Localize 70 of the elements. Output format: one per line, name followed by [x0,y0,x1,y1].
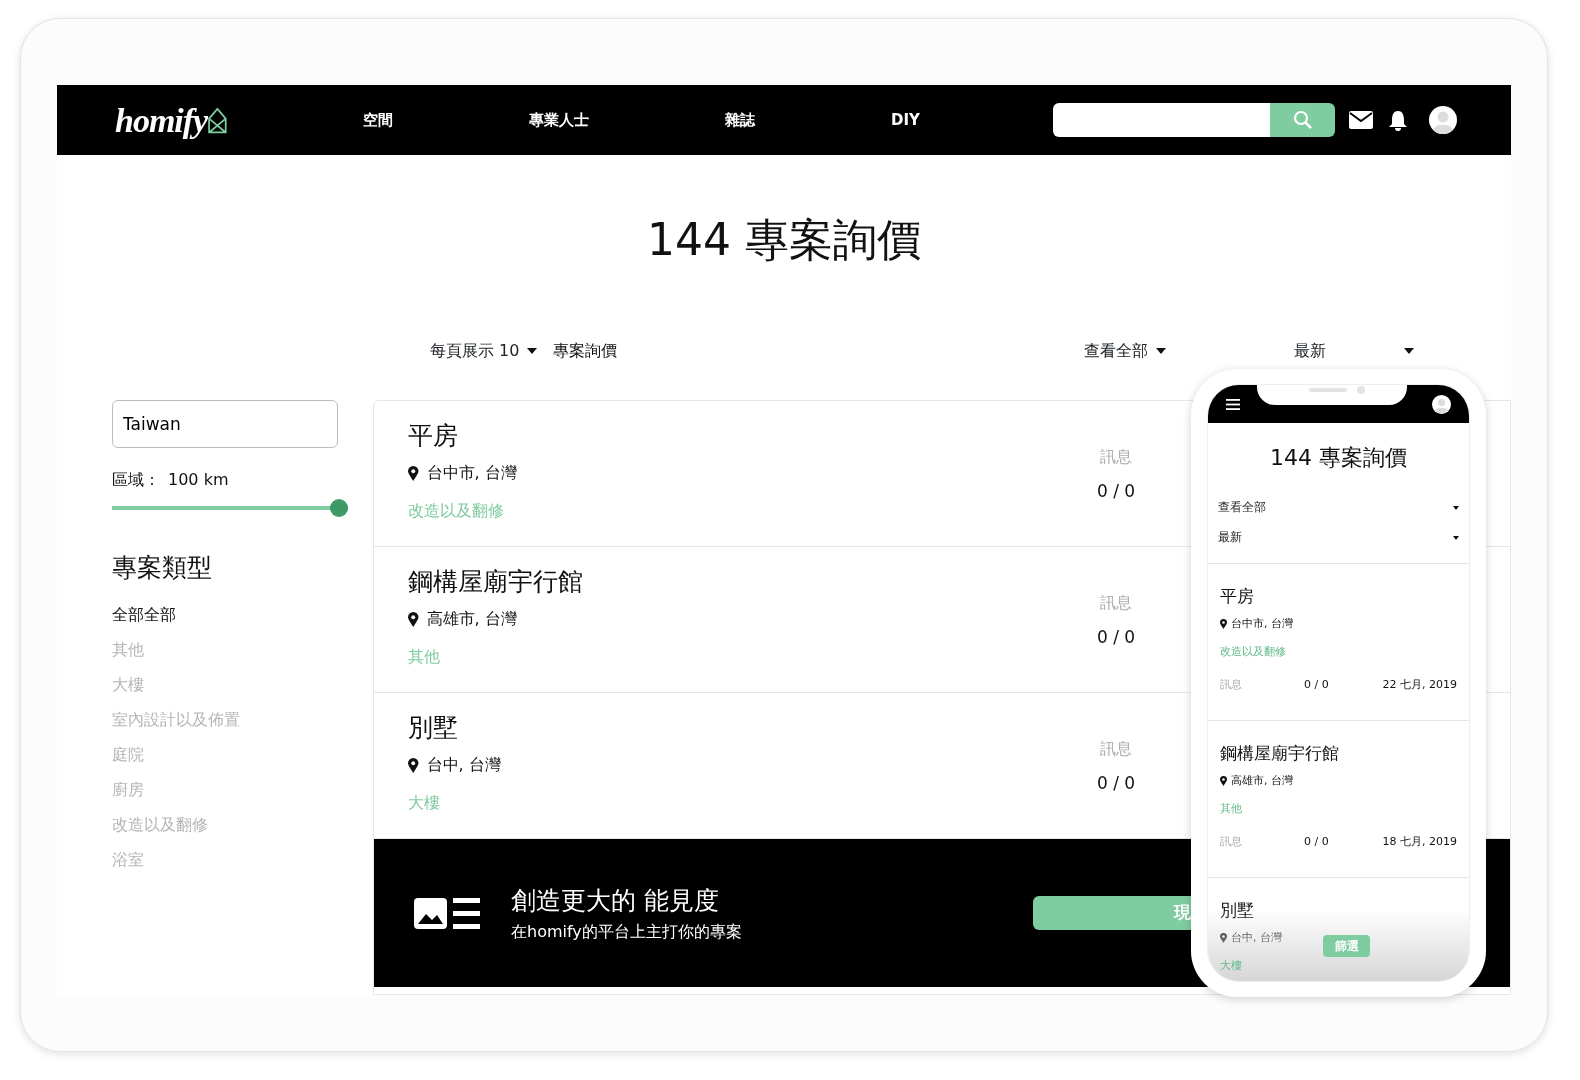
project-title: 平房 [408,420,459,452]
radius-value: 100 km [168,469,229,491]
location-pin-icon [1220,932,1227,943]
project-card[interactable]: 平房 台中市, 台灣 改造以及翻修 訊息 0 / 0 22 七月, 2019 [1208,563,1469,720]
page-title: 144 專案詢價 [1269,444,1408,471]
project-category: 其他 [1220,802,1242,815]
project-category: 改造以及翻修 [408,501,504,520]
banner-subtitle: 在homify的平台上主打你的專案 [511,920,742,943]
project-location: 台中市, 台灣 [1231,615,1293,632]
messages-count: 0 / 0 [1096,626,1136,649]
project-location: 台中, 台灣 [1231,929,1282,946]
slider-handle[interactable] [330,499,348,517]
project-category: 大樓 [408,793,440,812]
menu-icon [1226,398,1240,410]
search-button[interactable] [1270,103,1335,137]
banner-title: 創造更大的 能見度 [511,885,720,918]
nav-link[interactable]: 空間 [363,108,393,132]
project-location: 台中市, 台灣 [426,462,517,484]
messages-label: 訊息 [1100,592,1132,614]
image-list-icon [414,895,482,931]
messages-count: 0 / 0 [1096,480,1136,503]
messages-label: 訊息 [1220,676,1243,693]
mobile-dropdown[interactable]: 查看全部 [1208,493,1469,523]
project-date: 22 七月, 2019 [1382,676,1457,693]
avatar-icon [1432,394,1451,414]
filter-dropdown[interactable]: 查看全部 [1084,341,1166,361]
messages-count: 0 / 0 [1096,772,1136,795]
caret-icon [1453,536,1459,540]
project-title: 別墅 [408,712,459,744]
location-pin-icon [408,465,419,481]
project-location: 高雄市, 台灣 [1231,772,1293,789]
location-pin-icon [408,757,419,773]
nav-link[interactable]: 雜誌 [725,108,755,132]
category-link[interactable]: 全部全部 [112,597,338,632]
location-pin-icon [1220,618,1227,629]
page-title: 144 專案詢價 [646,215,922,265]
project-title: 鋼構屋廟宇行館 [1220,742,1340,765]
logo-text[interactable]: homify [115,94,208,146]
nav-link[interactable]: 專業人士 [529,108,589,132]
project-title: 別墅 [1220,899,1255,922]
caret-icon [527,348,538,354]
caret-icon [1453,506,1459,510]
caret-icon [1404,348,1414,354]
messages-count: 0 / 0 [1304,676,1329,693]
project-title: 平房 [1220,585,1255,608]
search-icon [1292,110,1313,130]
project-location: 高雄市, 台灣 [426,608,517,630]
project-category: 大樓 [1220,959,1242,972]
project-category: 改造以及翻修 [1220,645,1286,658]
location-pin-icon [1220,775,1227,786]
project-category: 其他 [408,647,440,666]
camera-dot [1356,386,1365,394]
project-location: 台中, 台灣 [426,754,501,776]
results-label: 專案詢價 [553,340,618,362]
messages-label: 訊息 [1100,738,1132,760]
project-title: 鋼構屋廟宇行館 [408,566,584,598]
location-field[interactable]: Taiwan [112,400,338,448]
search-field[interactable] [1053,103,1270,137]
location-pin-icon [408,611,419,627]
nav-link[interactable]: DIY [891,108,920,132]
messages-label: 訊息 [1100,446,1132,468]
section-heading: 專案類型 [112,553,213,583]
bell-icon [1389,109,1407,131]
radius-label: 區域： [112,469,160,491]
project-card[interactable]: 鋼構屋廟宇行館 高雄市, 台灣 其他 訊息 0 / 0 18 七月, 2019 [1208,720,1469,877]
mail-icon [1349,111,1373,129]
sort-dropdown[interactable]: 最新 [1294,341,1414,361]
per-page-dropdown[interactable]: 每頁展示 10 [430,341,538,361]
avatar-icon [1429,106,1457,134]
caret-icon [1156,348,1166,354]
